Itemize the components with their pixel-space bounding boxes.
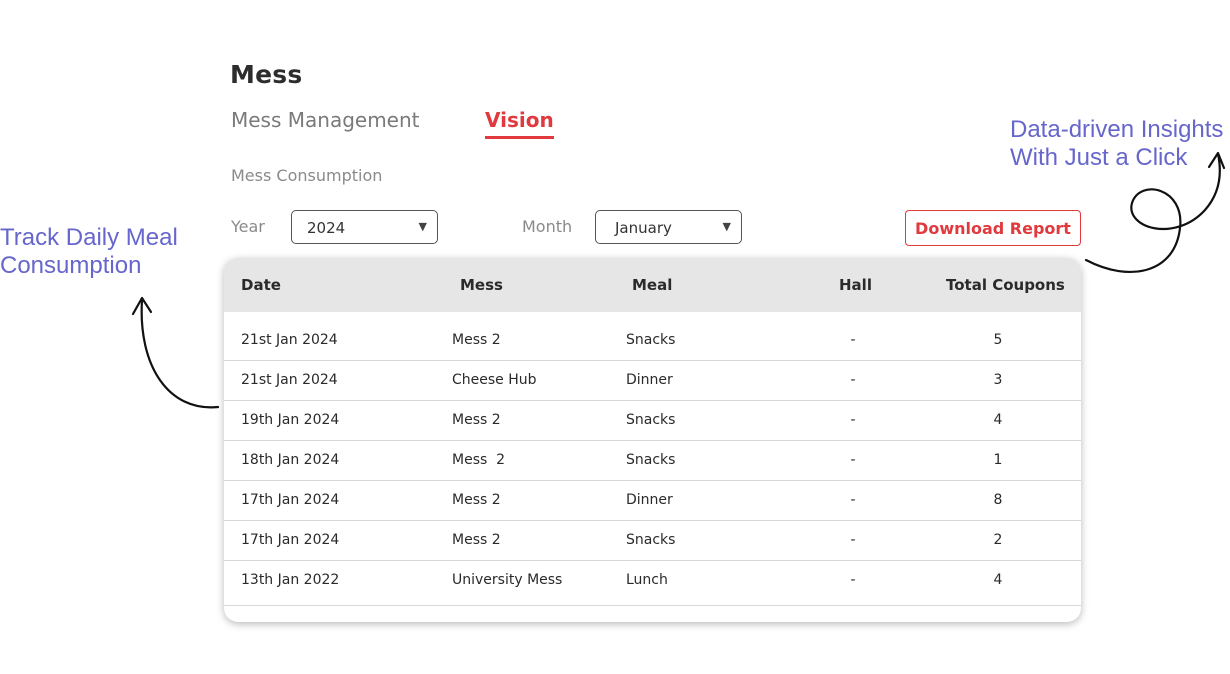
cell-meal: Dinner xyxy=(626,372,673,388)
tab-mess-management[interactable]: Mess Management xyxy=(231,108,420,132)
cell-date: 21st Jan 2024 xyxy=(241,372,338,388)
chevron-down-icon: ▼ xyxy=(418,220,427,233)
download-report-button[interactable]: Download Report xyxy=(905,210,1081,246)
section-title: Mess Consumption xyxy=(231,166,383,185)
chevron-down-icon: ▼ xyxy=(722,220,731,233)
page-title: Mess xyxy=(230,60,303,89)
cell-meal: Snacks xyxy=(626,452,676,468)
cell-date: 19th Jan 2024 xyxy=(241,412,340,428)
cell-mess: Mess 2 xyxy=(452,412,501,428)
cell-date: 18th Jan 2024 xyxy=(241,452,340,468)
cell-hall: - xyxy=(850,492,856,508)
curved-arrow-icon xyxy=(131,296,220,409)
annotation-left-line1: Track Daily Meal xyxy=(0,224,178,251)
cell-mess: Mess 2 xyxy=(452,532,501,548)
cell-meal: Snacks xyxy=(626,532,676,548)
table-row: 13th Jan 2022 University Mess Lunch - 4 xyxy=(224,560,1081,606)
table-row: 17th Jan 2024 Mess 2 Snacks - 2 xyxy=(224,520,1081,561)
cell-mess: Cheese Hub xyxy=(452,372,537,388)
cell-total-coupons: 5 xyxy=(993,332,1003,348)
cell-meal: Dinner xyxy=(626,492,673,508)
annotation-left: Track Daily Meal Consumption xyxy=(0,224,178,280)
annotation-left-line2: Consumption xyxy=(0,252,142,279)
annotation-right-line1: Data-driven Insights xyxy=(1010,116,1224,143)
cell-mess: Mess 2 xyxy=(452,492,501,508)
table-row: 21st Jan 2024 Cheese Hub Dinner - 3 xyxy=(224,360,1081,401)
cell-hall: - xyxy=(850,372,856,388)
cell-total-coupons: 4 xyxy=(993,412,1003,428)
cell-date: 21st Jan 2024 xyxy=(241,332,338,348)
month-select[interactable]: January ▼ xyxy=(595,210,742,244)
consumption-table: Date Mess Meal Hall Total Coupons 21st J… xyxy=(224,258,1081,622)
column-header-meal: Meal xyxy=(632,276,673,294)
month-label: Month xyxy=(522,217,573,236)
cell-date: 17th Jan 2024 xyxy=(241,532,340,548)
cell-date: 17th Jan 2024 xyxy=(241,492,340,508)
cell-total-coupons: 4 xyxy=(993,572,1003,588)
table-row: 18th Jan 2024 Mess 2 Snacks - 1 xyxy=(224,440,1081,481)
cell-total-coupons: 1 xyxy=(993,452,1003,468)
cell-mess: Mess 2 xyxy=(452,332,501,348)
table-row: 21st Jan 2024 Mess 2 Snacks - 5 xyxy=(224,320,1081,361)
month-select-value: January xyxy=(615,219,672,237)
cell-hall: - xyxy=(850,412,856,428)
cell-meal: Snacks xyxy=(626,332,676,348)
table-row: 17th Jan 2024 Mess 2 Dinner - 8 xyxy=(224,480,1081,521)
cell-total-coupons: 3 xyxy=(993,372,1003,388)
cell-hall: - xyxy=(850,532,856,548)
table-header: Date Mess Meal Hall Total Coupons xyxy=(224,258,1081,312)
cell-total-coupons: 8 xyxy=(993,492,1003,508)
cell-meal: Snacks xyxy=(626,412,676,428)
column-header-hall: Hall xyxy=(839,276,872,294)
cell-meal: Lunch xyxy=(626,572,668,588)
cell-hall: - xyxy=(850,452,856,468)
column-header-total-coupons: Total Coupons xyxy=(946,276,1065,294)
cell-hall: - xyxy=(850,332,856,348)
curly-arrow-icon xyxy=(1084,151,1226,274)
column-header-date: Date xyxy=(241,276,281,294)
cell-mess: University Mess xyxy=(452,572,563,588)
year-select-value: 2024 xyxy=(307,219,346,237)
cell-mess: Mess 2 xyxy=(452,452,506,468)
year-label: Year xyxy=(231,217,265,236)
cell-total-coupons: 2 xyxy=(993,532,1003,548)
table-row: 19th Jan 2024 Mess 2 Snacks - 4 xyxy=(224,400,1081,441)
tab-vision[interactable]: Vision xyxy=(485,108,554,139)
cell-date: 13th Jan 2022 xyxy=(241,572,340,588)
year-select[interactable]: 2024 ▼ xyxy=(291,210,438,244)
column-header-mess: Mess xyxy=(460,276,503,294)
cell-hall: - xyxy=(850,572,856,588)
